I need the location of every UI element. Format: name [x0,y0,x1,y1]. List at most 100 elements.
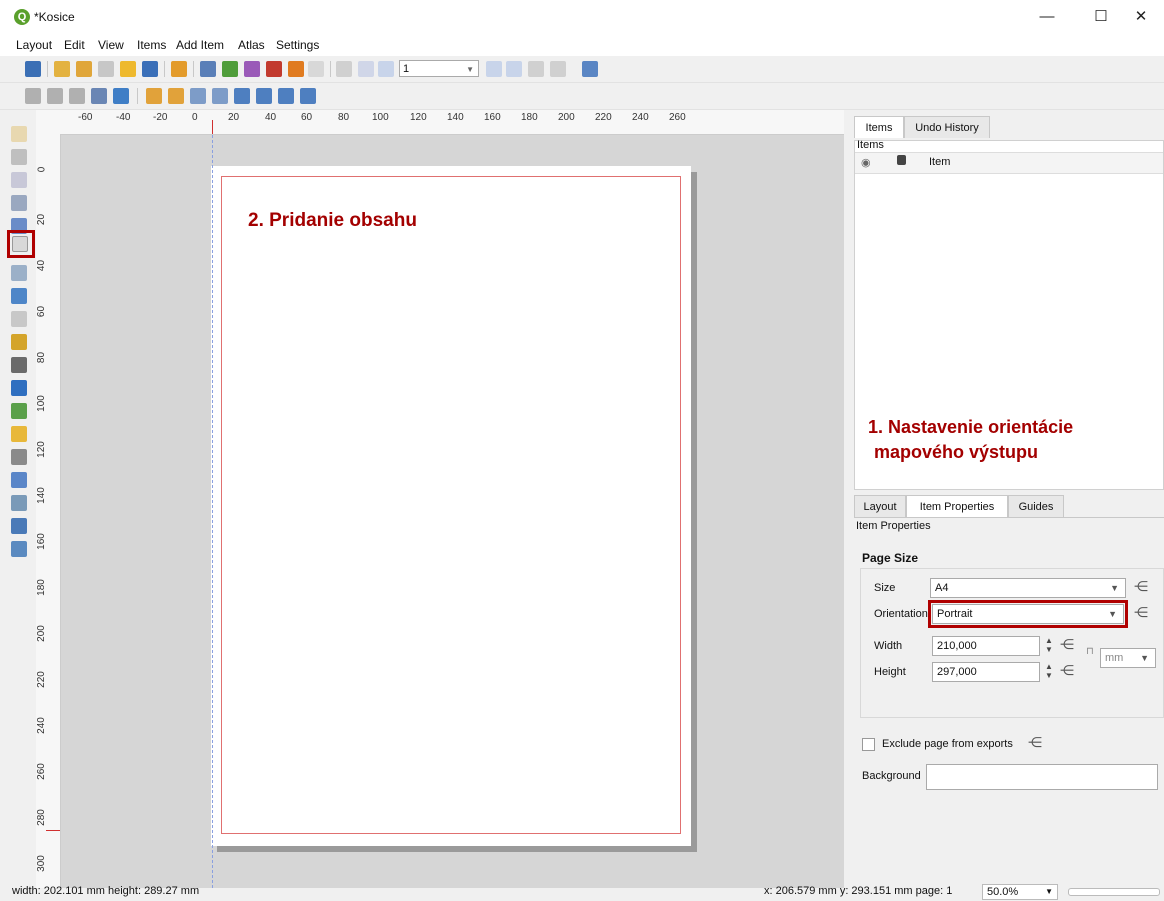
layout-manager-icon[interactable] [98,61,114,77]
resize-icon[interactable] [300,88,316,104]
menu-items[interactable]: Items [137,38,166,52]
ruler-label: 120 [410,112,427,123]
toolbox [0,110,36,888]
width-input[interactable]: 210,000 [932,636,1040,656]
zoom-out-icon[interactable] [47,88,63,104]
align-bottom-icon[interactable] [256,88,272,104]
add-fixed-table-icon[interactable] [11,541,27,557]
menu-view[interactable]: View [98,38,124,52]
unit-select[interactable]: mm ▼ [1100,648,1156,668]
zoom-tool-icon[interactable] [11,149,27,165]
ruler-label: 220 [595,112,612,123]
new-layout-icon[interactable] [54,61,70,77]
tab-items[interactable]: Items [854,116,904,138]
height-spinner[interactable]: ▲ ▼ [1042,662,1056,682]
size-select[interactable]: A4 ▼ [930,578,1126,598]
layout-canvas[interactable] [61,135,844,888]
add-legend-icon[interactable] [11,334,27,350]
print-atlas-icon[interactable] [528,61,544,77]
visibility-eye-icon: ◉ [861,157,871,169]
raise-item-icon[interactable] [146,88,162,104]
ungroup-items-icon[interactable] [212,88,228,104]
ruler-label: 40 [265,112,277,123]
add-marker-icon[interactable] [11,426,27,442]
menu-layout[interactable]: Layout [16,38,52,52]
add-scalebar-icon[interactable] [11,357,27,373]
new-page-icon[interactable] [171,61,187,77]
tab-guides[interactable]: Guides [1008,495,1064,517]
atlas-page-input[interactable]: 1 ▼ [399,60,479,77]
height-input[interactable]: 297,000 [932,662,1040,682]
ruler-label: 180 [36,579,47,596]
export-svg-icon[interactable] [244,61,260,77]
size-label: Size [874,582,896,594]
data-defined-icon[interactable]: ⋲ [1028,734,1042,751]
tab-item-properties[interactable]: Item Properties [906,495,1008,517]
print-icon[interactable] [200,61,216,77]
menu-atlas[interactable]: Atlas [238,38,265,52]
add-north-arrow-icon[interactable] [11,403,27,419]
lower-item-icon[interactable] [168,88,184,104]
width-spinner[interactable]: ▲ ▼ [1042,636,1056,656]
undo-icon[interactable] [288,61,304,77]
orientation-highlight [928,600,1128,628]
distribute-icon[interactable] [278,88,294,104]
minimize-button[interactable]: — [1024,4,1070,30]
refresh-icon[interactable] [113,88,129,104]
guide-line[interactable] [212,135,213,888]
menu-settings[interactable]: Settings [276,38,319,52]
background-color-button[interactable] [926,764,1158,790]
add-text-icon[interactable] [11,380,27,396]
data-defined-icon[interactable]: ⋲ [1134,604,1148,621]
atlas-preview-icon[interactable] [336,61,352,77]
redo-icon[interactable] [308,61,324,77]
ruler-label: 100 [36,395,47,412]
menu-bar: Layout Edit View Items Add Item Atlas Se… [0,34,1164,56]
export-pdf-icon[interactable] [266,61,282,77]
data-defined-icon[interactable]: ⋲ [1134,578,1148,595]
zoom-in-icon[interactable] [25,88,41,104]
close-button[interactable]: ✕ [1118,4,1164,30]
group-items-icon[interactable] [190,88,206,104]
menu-add-item[interactable]: Add Item [176,38,224,52]
atlas-settings-icon[interactable] [582,61,598,77]
move-content-icon[interactable] [11,195,27,211]
ruler-label: 200 [36,625,47,642]
exclude-checkbox[interactable] [862,738,875,751]
last-feature-icon[interactable] [506,61,522,77]
add-3d-map-icon[interactable] [11,265,27,281]
select-move-icon[interactable] [11,172,27,188]
atlas-page-value: 1 [403,63,410,75]
zoom-100-icon[interactable] [69,88,85,104]
previous-feature-icon[interactable] [378,61,394,77]
column-item[interactable]: Item [929,156,950,168]
add-map-icon[interactable] [12,236,28,252]
data-defined-icon[interactable]: ⋲ [1060,662,1074,679]
add-picture-icon[interactable] [11,288,27,304]
open-folder-icon[interactable] [120,61,136,77]
zoom-combo[interactable]: 50.0% ▼ [982,884,1058,900]
export-image-icon[interactable] [222,61,238,77]
tab-layout[interactable]: Layout [854,495,906,517]
save-icon[interactable] [25,61,41,77]
add-polyline-icon[interactable] [11,449,27,465]
pan-icon[interactable] [11,126,27,142]
zoom-full-icon[interactable] [91,88,107,104]
status-bar: width: 202.101 mm height: 289.27 mm x: 2… [0,884,1164,901]
align-left-icon[interactable] [234,88,250,104]
add-attribute-table-icon[interactable] [11,518,27,534]
export-atlas-icon[interactable] [550,61,566,77]
add-html-icon[interactable] [11,495,27,511]
menu-edit[interactable]: Edit [64,38,85,52]
layout-page[interactable] [211,166,691,846]
first-feature-icon[interactable] [358,61,374,77]
next-feature-icon[interactable] [486,61,502,77]
data-defined-icon[interactable]: ⋲ [1060,636,1074,653]
link-ratio-icon[interactable]: ⊓ [1086,646,1094,657]
save-template-icon[interactable] [142,61,158,77]
add-polygon-icon[interactable] [11,472,27,488]
zoom-slider[interactable] [1068,888,1160,896]
add-label-icon[interactable] [11,311,27,327]
tab-undo-history[interactable]: Undo History [904,116,990,138]
duplicate-layout-icon[interactable] [76,61,92,77]
